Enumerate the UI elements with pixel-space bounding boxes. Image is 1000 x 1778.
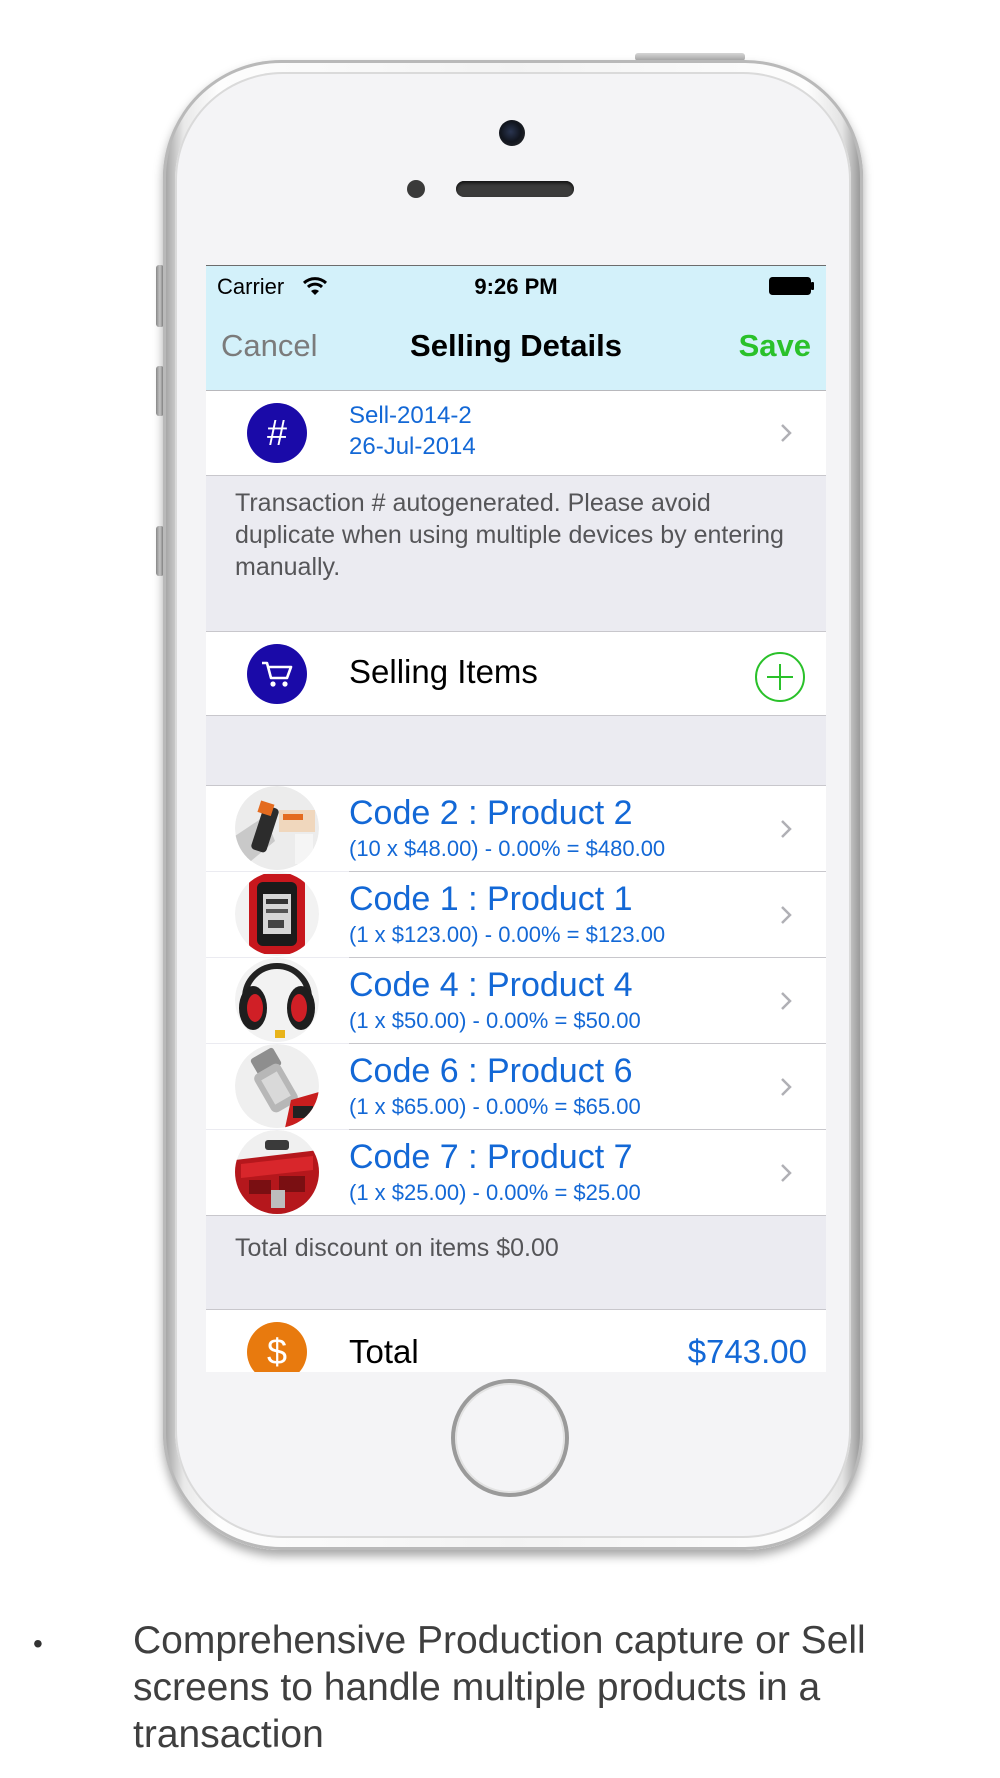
item-title: Code 6 : Product 6 [349,1052,633,1090]
item-detail: (1 x $50.00) - 0.00% = $50.00 [349,1008,641,1033]
selling-items-cell: Selling Items [206,632,826,715]
total-value: $743.00 [687,1333,807,1370]
plus-circle-icon[interactable] [754,651,806,703]
cart-glyph [262,661,293,687]
item-detail: (1 x $25.00) - 0.00% = $25.00 [349,1180,641,1205]
item-title: Code 1 : Product 1 [349,880,633,918]
list-item[interactable]: Code 4 : Product 4 (1 x $50.00) - 0.00% … [206,958,826,1043]
home-button[interactable] [451,1379,569,1497]
transaction-number: Sell-2014-2 [349,402,472,429]
transaction-date: 26-Jul-2014 [349,433,476,460]
dollar-icon: $ [247,1322,307,1372]
total-cell: $ Total $743.00 [206,1310,826,1372]
navigation-bar: Carrier 9:26 PM Cancel Selling Details S… [206,265,826,391]
spray-nozzle-image [235,1044,319,1128]
dollar-glyph: $ [266,1331,288,1372]
battery-icon [769,277,814,295]
status-time: 9:26 PM [474,274,558,299]
chevron-right-icon [781,1164,792,1182]
product-thumbnail [235,958,319,1042]
product-thumbnail [235,1044,319,1128]
item-title: Code 2 : Product 2 [349,794,633,832]
transaction-cell[interactable]: # Sell-2014-2 26-Jul-2014 [206,391,826,475]
cleaner-product-image [235,786,319,870]
item-title: Code 4 : Product 4 [349,966,633,1004]
list-item[interactable]: Code 2 : Product 2 (10 x $48.00) - 0.00%… [206,786,826,871]
app-screen: Carrier 9:26 PM Cancel Selling Details S… [206,265,826,1372]
ear-muffs-image [235,958,319,1042]
list-item[interactable]: Code 1 : Product 1 (1 x $123.00) - 0.00%… [206,872,826,957]
total-label: Total [349,1333,419,1370]
smartwatch-image [235,872,319,956]
discount-note: Total discount on items $0.00 [235,1234,559,1262]
list-item[interactable]: Code 6 : Product 6 (1 x $65.00) - 0.00% … [206,1044,826,1129]
list-item[interactable]: Code 7 : Product 7 (1 x $25.00) - 0.00% … [206,1130,826,1215]
chevron-right-icon [781,1078,792,1096]
divider [206,475,826,476]
item-title: Code 7 : Product 7 [349,1138,633,1176]
product-thumbnail [235,1130,319,1214]
shopping-cart-icon [247,644,307,704]
chevron-right-icon [781,992,792,1010]
front-camera [499,120,525,146]
chevron-right-icon [781,424,792,442]
item-detail: (10 x $48.00) - 0.00% = $480.00 [349,836,666,861]
earpiece-speaker [456,181,574,197]
hash-glyph: # [266,412,288,453]
transaction-note: Transaction # autogenerated. Please avoi… [235,489,784,581]
page-title: Selling Details [410,328,622,363]
divider [206,715,826,716]
red-toolbox-image [235,1130,319,1214]
proximity-sensor [407,180,425,198]
caption-bullet: • [33,1628,43,1659]
save-button[interactable]: Save [739,328,811,364]
selling-items-label: Selling Items [349,653,538,690]
chevron-right-icon [781,906,792,924]
item-detail: (1 x $123.00) - 0.00% = $123.00 [349,922,666,947]
item-detail: (1 x $65.00) - 0.00% = $65.00 [349,1094,641,1119]
divider [206,1215,826,1216]
caption-text: Comprehensive Production capture or Sell… [133,1619,866,1756]
chevron-right-icon [781,820,792,838]
product-thumbnail [235,872,319,956]
hash-icon: # [247,403,307,463]
product-thumbnail [235,786,319,870]
